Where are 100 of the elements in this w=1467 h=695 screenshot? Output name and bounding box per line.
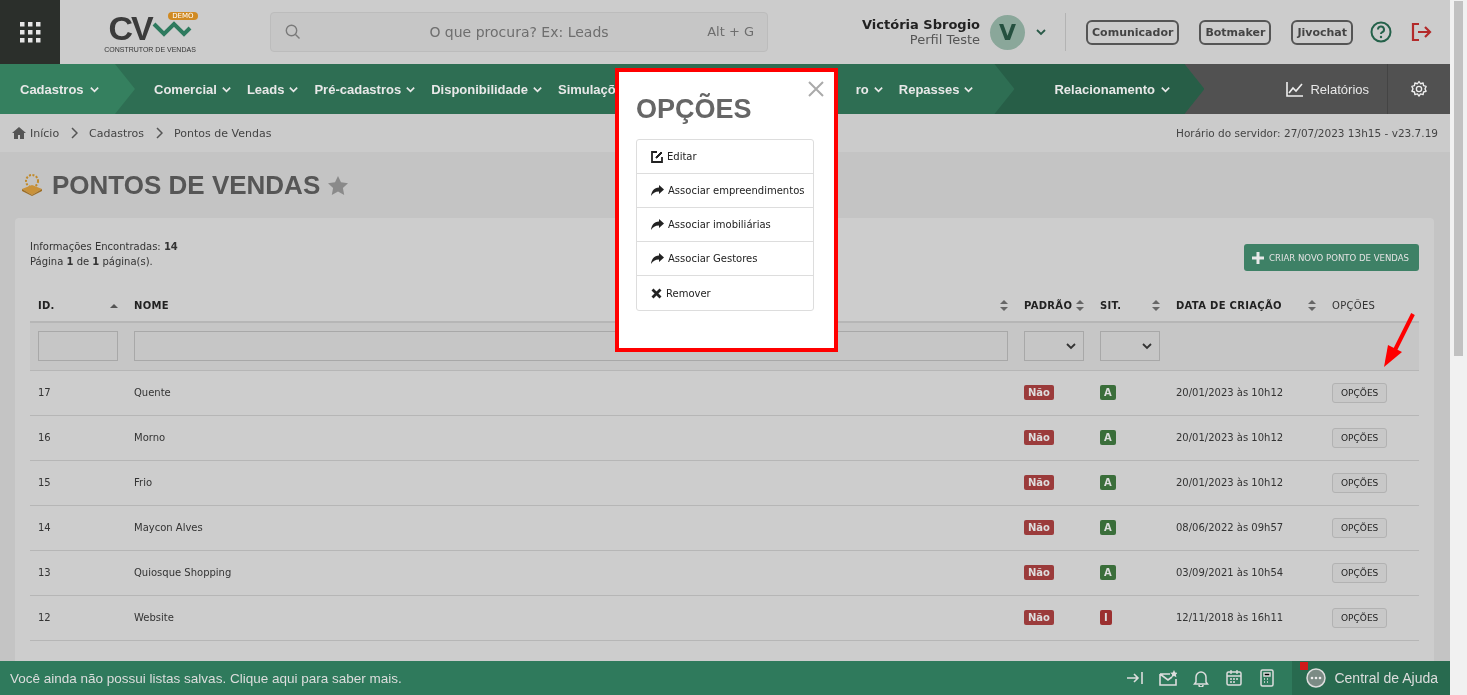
nav-menu-item[interactable]: Relacionamento — [994, 64, 1205, 114]
toolbar-button[interactable] — [1159, 669, 1178, 687]
status-tag: A — [1100, 520, 1116, 535]
default-tag: Não — [1024, 430, 1054, 445]
help-icon — [1370, 21, 1392, 43]
grid-icon — [19, 21, 41, 43]
home-icon — [12, 127, 26, 139]
server-time: Horário do servidor: 27/07/2023 13h15 - v23.7.19 — [1176, 127, 1438, 139]
table-cell: 15 — [38, 477, 51, 488]
table-cell: Quiosque Shopping — [134, 567, 232, 578]
options-button[interactable]: OPÇÕES — [1332, 517, 1388, 538]
nav-menu-item[interactable]: Cadastros — [0, 64, 135, 114]
settings-icon — [1410, 80, 1428, 98]
nav-menu-item[interactable]: Leads — [246, 81, 300, 97]
toolbar-button[interactable] — [1225, 669, 1244, 687]
default-tag: Não — [1024, 565, 1054, 580]
create-button[interactable]: CRIAR NOVO PONTO DE VENDAS — [1244, 244, 1419, 271]
table-cell: Website — [134, 612, 174, 623]
close-icon — [808, 81, 824, 97]
calculator-icon — [1258, 669, 1277, 687]
page-title: PONTOS DE VENDAS — [52, 169, 321, 201]
status-tag: A — [1100, 565, 1116, 580]
options-button[interactable]: OPÇÕES — [1332, 427, 1388, 448]
edit-icon — [651, 150, 663, 163]
table-cell: 12 — [38, 612, 51, 623]
table-cell: 03/09/2021 às 10h54 — [1176, 567, 1284, 578]
column-header[interactable]: ID. — [38, 300, 55, 311]
star-icon — [328, 175, 349, 195]
nav-menu-item[interactable]: Comercial — [154, 81, 232, 97]
table-cell: 17 — [38, 387, 51, 398]
table-cell: 13 — [38, 567, 51, 578]
column-header[interactable]: OPÇÕES — [1332, 300, 1376, 311]
nav-menu-item[interactable]: Disponibilidade — [431, 81, 543, 97]
breadcrumb-link[interactable]: Cadastros — [89, 126, 145, 140]
filter-field[interactable] — [38, 331, 118, 362]
column-header[interactable]: SIT. — [1100, 300, 1122, 311]
collapse-icon — [1126, 669, 1145, 687]
chevron-right-icon — [155, 127, 164, 139]
remove-icon — [651, 287, 662, 299]
column-header[interactable]: DATA DE CRIAÇÃO — [1176, 300, 1282, 311]
chart-line-icon — [1286, 81, 1305, 97]
breadcrumb-link[interactable]: Início — [12, 126, 60, 140]
chat-icon — [1306, 668, 1327, 688]
table-cell: 16 — [38, 432, 51, 443]
menu-item[interactable]: Remover — [637, 276, 813, 310]
mail-star-icon — [1159, 669, 1178, 687]
toolbar-button[interactable] — [1126, 669, 1145, 687]
logout-icon — [1410, 22, 1432, 42]
options-button[interactable]: OPÇÕES — [1332, 382, 1388, 403]
table-cell: Maycon Alves — [134, 522, 203, 533]
menu-item[interactable]: Associar empreendimentos — [637, 174, 813, 208]
table-cell: Frio — [134, 477, 153, 488]
integration-button[interactable]: Botmaker — [1199, 19, 1272, 45]
default-tag: Não — [1024, 475, 1054, 490]
table-cell: 08/06/2022 às 09h57 — [1176, 522, 1284, 533]
status-tag: I — [1100, 610, 1112, 625]
menu-item[interactable]: Editar — [637, 140, 813, 174]
breadcrumb-link[interactable]: Pontos de Vendas — [174, 126, 272, 140]
user-profile: Perfil Teste — [908, 32, 981, 47]
default-tag: Não — [1024, 610, 1054, 625]
forward-arrow-icon — [651, 219, 664, 230]
calendar-icon — [1225, 669, 1244, 687]
default-tag: Não — [1024, 520, 1054, 535]
menu-item[interactable]: Associar imobiliárias — [637, 208, 813, 242]
options-button[interactable]: OPÇÕES — [1332, 562, 1388, 583]
table-cell: 20/01/2023 às 10h12 — [1176, 432, 1284, 443]
status-tag: A — [1100, 430, 1116, 445]
options-button[interactable]: OPÇÕES — [1332, 472, 1388, 493]
nav-menu-item[interactable]: Repasses — [898, 81, 975, 97]
status-tag: A — [1100, 385, 1116, 400]
nav-menu-item[interactable]: Simulaçõ — [557, 81, 616, 97]
status-tag: A — [1100, 475, 1116, 490]
table-cell: Morno — [134, 432, 166, 443]
plus-icon — [1252, 251, 1265, 264]
integration-button[interactable]: Jivochat — [1291, 19, 1353, 45]
shortcut-hint: Alt + G — [707, 24, 754, 39]
results-summary: Página 1 de 1 página(s). — [30, 255, 154, 269]
avatar[interactable]: V — [990, 14, 1026, 50]
chevron-right-icon — [70, 127, 79, 139]
forward-arrow-icon — [651, 185, 664, 196]
table-cell: 20/01/2023 às 10h12 — [1176, 477, 1284, 488]
default-tag: Não — [1024, 385, 1054, 400]
nav-menu-item[interactable]: Pré-cadastros — [314, 81, 417, 97]
column-header[interactable]: PADRÃO — [1024, 300, 1073, 311]
toolbar-button[interactable] — [1192, 669, 1211, 687]
table-cell: Quente — [134, 387, 171, 398]
results-summary: Informações Encontradas: 14 — [30, 240, 178, 254]
user-name: Victória Sbrogio — [862, 17, 981, 32]
apps-menu-button[interactable] — [0, 0, 60, 64]
integration-button[interactable]: Comunicador — [1086, 19, 1180, 45]
toolbar-button[interactable] — [1258, 669, 1277, 687]
column-header[interactable]: NOME — [134, 300, 169, 311]
help-center-button[interactable]: Central de Ajuda — [1292, 661, 1450, 695]
menu-item[interactable]: Associar Gestores — [637, 242, 813, 276]
saved-lists-link[interactable]: Você ainda não possui listas salvas. Clique aqui para saber mais. — [0, 670, 402, 686]
table-cell: 14 — [38, 522, 51, 533]
nav-menu-item[interactable]: ro — [855, 81, 884, 97]
dialog-title: OPÇÕES — [636, 94, 753, 125]
options-button[interactable]: OPÇÕES — [1332, 607, 1388, 628]
chevron-icon — [1035, 26, 1048, 38]
